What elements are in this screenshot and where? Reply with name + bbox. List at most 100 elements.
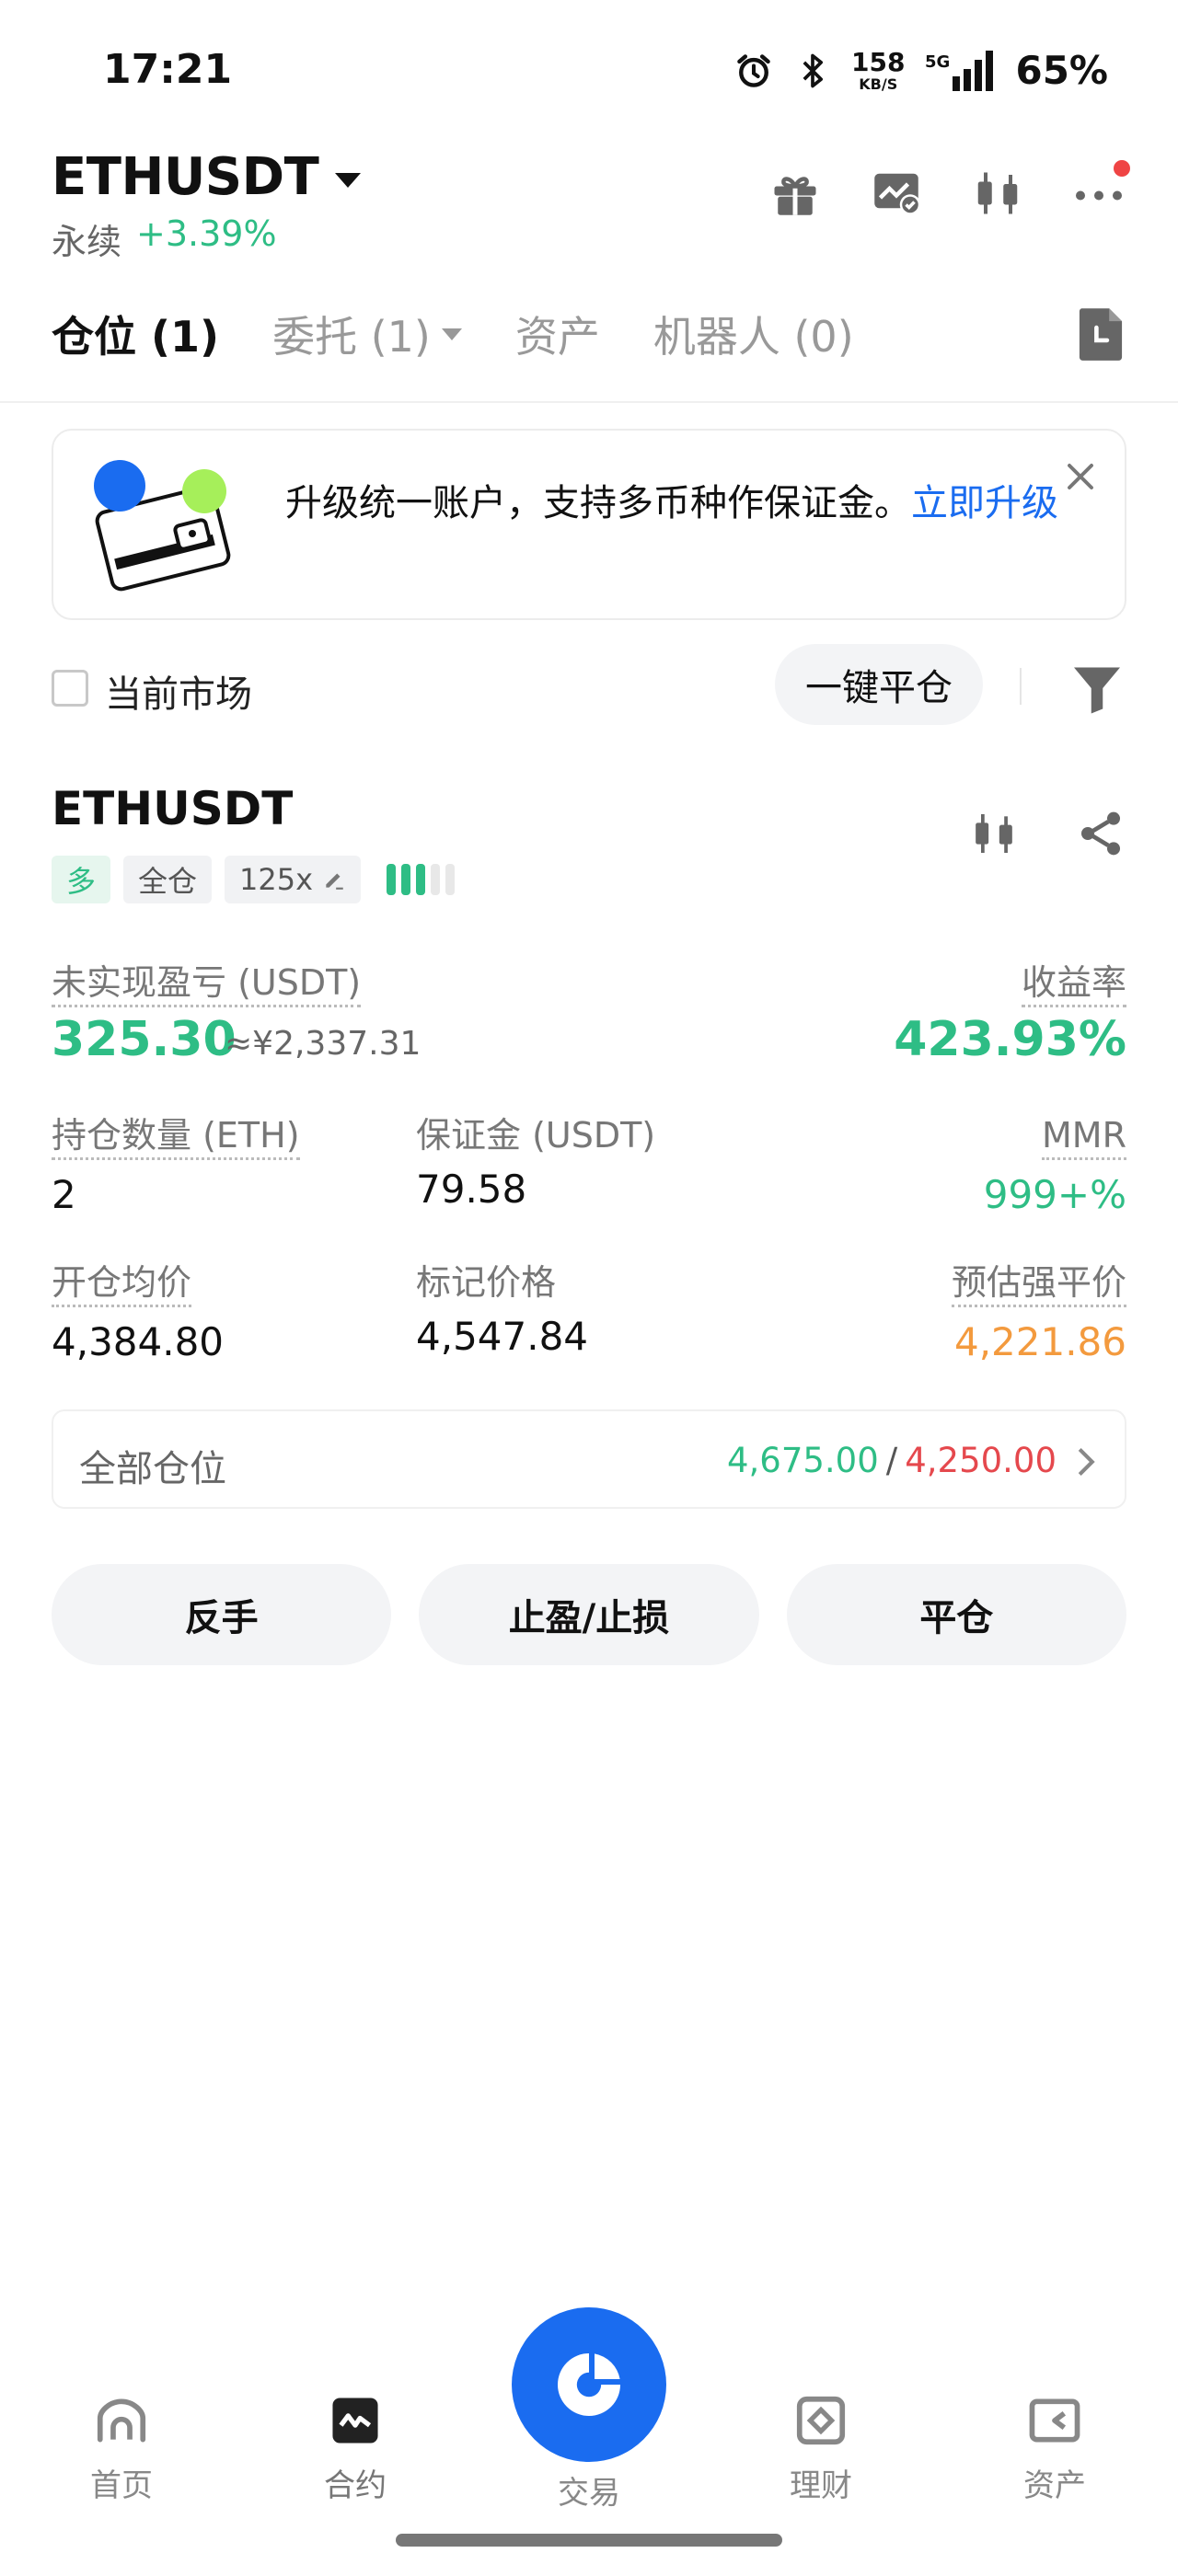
side-badge: 多 bbox=[52, 856, 111, 903]
tab-bots[interactable]: 机器人 (0) bbox=[653, 304, 854, 364]
wallet-icon bbox=[1029, 2398, 1080, 2443]
tab-label: 机器人 (0) bbox=[653, 312, 854, 362]
margin-value: 79.58 bbox=[416, 1167, 527, 1212]
tab-label: 资产 bbox=[514, 312, 600, 362]
liq-price-label[interactable]: 预估强平价 bbox=[951, 1262, 1126, 1307]
edit-icon bbox=[326, 873, 343, 890]
nav-trade-button[interactable] bbox=[512, 2307, 666, 2462]
divider bbox=[1020, 668, 1022, 705]
margin-mode-badge: 全仓 bbox=[123, 856, 213, 903]
finance-icon bbox=[796, 2396, 846, 2445]
candlestick-icon[interactable] bbox=[970, 166, 1025, 221]
entry-price-value: 4,384.80 bbox=[52, 1319, 225, 1364]
mark-price-value: 4,547.84 bbox=[416, 1314, 589, 1359]
home-icon bbox=[97, 2398, 146, 2443]
mmr-value: 999+% bbox=[983, 1172, 1126, 1217]
nav-contract[interactable]: 合约 bbox=[282, 2392, 429, 2505]
network-speed-unit: KB/S bbox=[859, 75, 898, 93]
share-icon[interactable] bbox=[1075, 806, 1126, 861]
leverage-value: 125x bbox=[239, 862, 314, 897]
reverse-button[interactable]: 反手 bbox=[52, 1564, 392, 1665]
tab-label: 委托 (1) bbox=[272, 312, 431, 362]
header-actions bbox=[768, 160, 1130, 221]
unrealized-pnl-value: 325.30 bbox=[52, 1012, 237, 1067]
nav-trade-label: 交易 bbox=[558, 2475, 620, 2512]
all-positions-label: 全部仓位 bbox=[79, 1448, 226, 1490]
position-tags: 多 全仓 125x bbox=[52, 856, 456, 903]
status-bar: 17:21 158 KB/S 5G 65% bbox=[0, 0, 1178, 147]
signal-icon: 5G bbox=[925, 50, 994, 91]
roe-value: 423.93% bbox=[894, 1012, 1126, 1067]
contract-icon bbox=[332, 2398, 378, 2444]
more-menu[interactable] bbox=[1071, 160, 1130, 221]
upgrade-banner[interactable]: 升级统一账户，支持多币种作保证金。立即升级 bbox=[52, 429, 1126, 620]
mark-price-label: 标记价格 bbox=[416, 1262, 557, 1303]
mmr-label[interactable]: MMR bbox=[1042, 1115, 1126, 1160]
status-icons: 158 KB/S 5G 65% bbox=[733, 48, 1108, 93]
banner-text: 升级统一账户，支持多币种作保证金。 bbox=[285, 482, 911, 524]
nav-home[interactable]: 首页 bbox=[48, 2392, 195, 2505]
chart-image-icon[interactable] bbox=[869, 166, 924, 221]
price-change: +3.39% bbox=[136, 213, 277, 254]
all-positions-tpsl-row[interactable]: 全部仓位 4,675.00 / 4,250.00 bbox=[52, 1409, 1126, 1509]
nav-label: 资产 bbox=[1023, 2467, 1086, 2504]
upgrade-now-link[interactable]: 立即升级 bbox=[911, 482, 1058, 524]
tabs-divider bbox=[0, 401, 1178, 403]
nav-assets[interactable]: 资产 bbox=[981, 2392, 1128, 2505]
tpsl-separator: / bbox=[885, 1441, 898, 1480]
candlestick-icon[interactable] bbox=[968, 806, 1020, 861]
tab-label: 仓位 (1) bbox=[52, 312, 220, 362]
bluetooth-icon bbox=[803, 53, 824, 87]
position-actions bbox=[968, 806, 1126, 861]
nav-finance[interactable]: 理财 bbox=[747, 2392, 895, 2505]
contract-type: 永续 bbox=[52, 222, 122, 262]
network-speed: 158 KB/S bbox=[851, 46, 906, 93]
network-speed-value: 158 bbox=[851, 46, 906, 77]
close-all-button[interactable]: 一键平仓 bbox=[775, 644, 983, 725]
trade-logo-icon bbox=[558, 2353, 620, 2416]
nav-label: 理财 bbox=[790, 2467, 852, 2504]
header: ETHUSDT 永续 +3.39% bbox=[0, 147, 1178, 276]
nav-label: 合约 bbox=[324, 2467, 387, 2504]
banner-message: 升级统一账户，支持多币种作保证金。立即升级 bbox=[285, 478, 1077, 528]
position-size-label[interactable]: 持仓数量 (ETH) bbox=[52, 1115, 300, 1160]
pair-title: ETHUSDT bbox=[52, 147, 319, 207]
tpsl-button[interactable]: 止盈/止损 bbox=[419, 1564, 759, 1665]
entry-price-label[interactable]: 开仓均价 bbox=[52, 1262, 192, 1307]
stop-loss-price: 4,250.00 bbox=[905, 1441, 1057, 1480]
wallet-illustration bbox=[94, 460, 231, 592]
filter-icon[interactable] bbox=[1069, 661, 1125, 716]
close-position-button[interactable]: 平仓 bbox=[786, 1564, 1126, 1665]
tpsl-values: 4,675.00 / 4,250.00 bbox=[727, 1441, 1057, 1480]
status-time: 17:21 bbox=[103, 46, 233, 93]
chevron-right-icon bbox=[1078, 1447, 1095, 1477]
filter-row: 当前市场 一键平仓 bbox=[52, 644, 1126, 727]
home-indicator[interactable] bbox=[396, 2534, 782, 2547]
take-profit-price: 4,675.00 bbox=[727, 1441, 879, 1480]
notification-dot bbox=[1114, 160, 1130, 177]
position-action-buttons: 反手 止盈/止损 平仓 bbox=[52, 1564, 1126, 1665]
alarm-icon bbox=[737, 53, 770, 87]
chevron-down-icon bbox=[335, 172, 362, 188]
liq-price-value: 4,221.86 bbox=[953, 1319, 1126, 1364]
tab-assets[interactable]: 资产 bbox=[515, 304, 600, 364]
position-size-value: 2 bbox=[52, 1172, 76, 1217]
roe-label[interactable]: 收益率 bbox=[1021, 962, 1126, 1007]
margin-label: 保证金 (USDT) bbox=[416, 1115, 656, 1156]
chevron-down-icon bbox=[441, 328, 462, 340]
history-document-icon[interactable] bbox=[1075, 306, 1126, 362]
unrealized-pnl-label[interactable]: 未实现盈亏 (USDT) bbox=[52, 962, 362, 1007]
pair-subtitle: 永续 +3.39% bbox=[52, 213, 277, 264]
pair-selector[interactable]: ETHUSDT bbox=[52, 147, 362, 207]
battery-level: 65% bbox=[1015, 48, 1108, 93]
current-market-checkbox[interactable] bbox=[52, 670, 88, 707]
unrealized-pnl-cny: ≈¥2,337.31 bbox=[225, 1025, 422, 1063]
tab-orders[interactable]: 委托 (1) bbox=[272, 304, 462, 364]
tab-positions[interactable]: 仓位 (1) bbox=[52, 304, 219, 364]
leverage-badge[interactable]: 125x bbox=[225, 856, 362, 903]
position-symbol[interactable]: ETHUSDT bbox=[52, 782, 293, 835]
position-tabs: 仓位 (1) 委托 (1) 资产 机器人 (0) bbox=[52, 304, 854, 364]
close-icon[interactable] bbox=[1064, 460, 1097, 493]
current-market-label: 当前市场 bbox=[105, 673, 252, 716]
gift-icon[interactable] bbox=[768, 166, 823, 221]
